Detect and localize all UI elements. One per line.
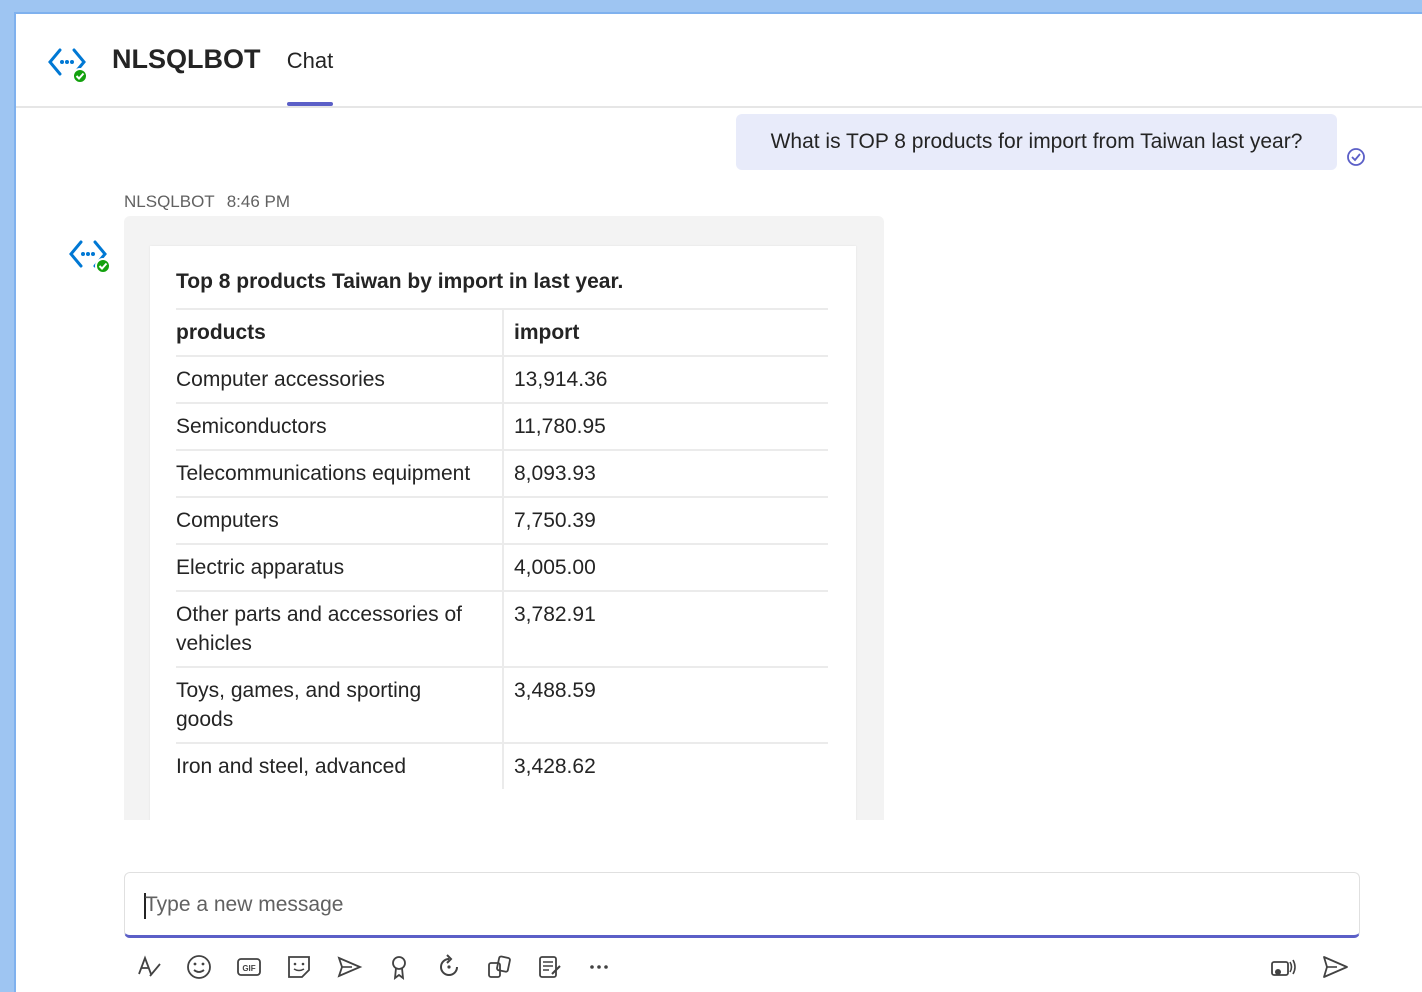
table-row: Computers 7,750.39	[176, 496, 828, 543]
teams-chat-window: NLSQLBOT Chat What is TOP 8 products for…	[14, 12, 1422, 992]
import-table: products import Computer accessories 13,…	[176, 308, 828, 789]
table-row: Telecommunications equipment 8,093.93	[176, 449, 828, 496]
import-cell: 3,428.62	[502, 744, 828, 789]
loop-icon[interactable]	[434, 952, 464, 982]
import-cell: 13,914.36	[502, 357, 828, 402]
apps-icon[interactable]	[484, 952, 514, 982]
card-title: Top 8 products Taiwan by import in last …	[176, 270, 624, 293]
emoji-icon[interactable]	[184, 952, 214, 982]
product-cell: Semiconductors	[176, 415, 327, 438]
chat-header: NLSQLBOT Chat	[16, 14, 1422, 108]
gif-icon[interactable]: GIF	[234, 952, 264, 982]
table-row: Toys, games, and sporting goods 3,488.59	[176, 666, 828, 742]
table-row: Electric apparatus 4,005.00	[176, 543, 828, 590]
table-row: Computer accessories 13,914.36	[176, 355, 828, 402]
product-cell: Computer accessories	[176, 368, 385, 391]
import-cell: 4,005.00	[502, 545, 828, 590]
message-input-placeholder[interactable]: Type a new message	[145, 893, 343, 917]
product-cell: Electric apparatus	[176, 556, 345, 579]
read-receipt-icon	[1347, 148, 1365, 166]
product-cell: Telecommunications equipment	[176, 462, 471, 485]
product-cell: Toys, games, and sporting goods	[176, 679, 422, 731]
product-cell: Other parts and accessories of vehicles	[176, 603, 462, 655]
column-header-import: import	[502, 310, 828, 355]
user-message-bubble: What is TOP 8 products for import from T…	[736, 114, 1337, 170]
import-cell: 7,750.39	[502, 498, 828, 543]
table-row: Iron and steel, advanced 3,428.62	[176, 742, 828, 789]
table-header-row: products import	[176, 308, 828, 355]
approvals-icon[interactable]	[534, 952, 564, 982]
import-cell: 8,093.93	[502, 451, 828, 496]
bot-avatar-icon[interactable]	[66, 230, 112, 274]
import-cell: 11,780.95	[502, 404, 828, 449]
dictate-icon[interactable]	[1268, 952, 1298, 982]
import-cell: 3,488.59	[502, 668, 828, 742]
send-icon[interactable]	[1320, 952, 1350, 982]
bot-app-icon	[48, 48, 88, 84]
schedule-send-icon[interactable]	[334, 952, 364, 982]
bot-message-bubble: Top 8 products Taiwan by import in last …	[124, 216, 884, 820]
import-cell: 3,782.91	[502, 592, 828, 666]
svg-text:GIF: GIF	[242, 964, 255, 973]
tab-active-indicator	[287, 102, 333, 106]
table-row: Semiconductors 11,780.95	[176, 402, 828, 449]
adaptive-card: Top 8 products Taiwan by import in last …	[150, 246, 856, 820]
praise-icon[interactable]	[384, 952, 414, 982]
column-header-products: products	[176, 321, 266, 344]
bot-message-time: 8:46 PM	[226, 192, 291, 211]
product-cell: Computers	[176, 509, 279, 532]
message-compose-box[interactable]: Type a new message	[124, 872, 1360, 938]
product-cell: Iron and steel, advanced	[176, 755, 406, 778]
format-icon[interactable]	[134, 952, 164, 982]
more-options-icon[interactable]	[584, 952, 614, 982]
app-title: NLSQLBOT	[112, 44, 261, 74]
bot-sender-name: NLSQLBOT	[124, 192, 215, 211]
tab-chat[interactable]: Chat	[282, 48, 338, 106]
sticker-icon[interactable]	[284, 952, 314, 982]
table-row: Other parts and accessories of vehicles …	[176, 590, 828, 666]
bot-message-meta: NLSQLBOT 8:46 PM	[124, 192, 302, 212]
